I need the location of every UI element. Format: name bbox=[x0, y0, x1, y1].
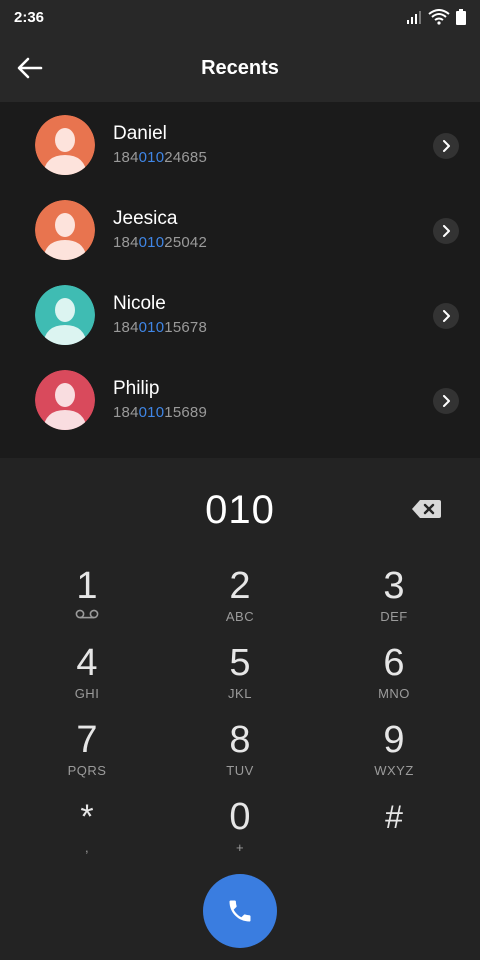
arrow-left-icon bbox=[17, 57, 43, 79]
key-9[interactable]: 9 WXYZ bbox=[349, 719, 439, 791]
key-1[interactable]: 1 bbox=[42, 565, 132, 637]
contact-number: 18401015689 bbox=[113, 404, 207, 421]
back-button[interactable] bbox=[14, 52, 46, 84]
voicemail-icon bbox=[75, 609, 99, 619]
contact-details-button[interactable] bbox=[433, 388, 459, 414]
person-icon bbox=[35, 115, 95, 175]
key-0[interactable]: 0 + bbox=[195, 796, 285, 868]
call-button[interactable] bbox=[203, 874, 277, 948]
key-4[interactable]: 4 GHI bbox=[42, 642, 132, 714]
avatar bbox=[35, 285, 95, 345]
contact-row[interactable]: Nicole 18401015678 bbox=[0, 272, 480, 357]
signal-icon bbox=[407, 11, 421, 24]
contact-row[interactable]: Jeesica 18401025042 bbox=[0, 187, 480, 272]
person-icon bbox=[35, 370, 95, 430]
key-star[interactable]: * , bbox=[42, 796, 132, 868]
key-6[interactable]: 6 MNO bbox=[349, 642, 439, 714]
person-icon bbox=[35, 200, 95, 260]
backspace-icon bbox=[412, 500, 441, 518]
key-7[interactable]: 7 PQRS bbox=[42, 719, 132, 791]
contact-number: 18401025042 bbox=[113, 234, 207, 251]
key-pound[interactable]: # bbox=[349, 796, 439, 868]
battery-icon bbox=[456, 9, 466, 25]
contact-number: 18401015678 bbox=[113, 319, 207, 336]
status-time: 2:36 bbox=[14, 8, 45, 26]
key-8[interactable]: 8 TUV bbox=[195, 719, 285, 791]
key-2[interactable]: 2 ABC bbox=[195, 565, 285, 637]
contact-number: 18401024685 bbox=[113, 149, 207, 166]
chevron-right-icon bbox=[443, 225, 450, 237]
status-bar: 2:36 bbox=[0, 0, 480, 34]
avatar bbox=[35, 370, 95, 430]
page-title: Recents bbox=[201, 56, 279, 79]
contact-name: Philip bbox=[113, 378, 160, 399]
status-icons bbox=[406, 9, 466, 25]
chevron-right-icon bbox=[443, 140, 450, 152]
chevron-right-icon bbox=[443, 310, 450, 322]
key-3[interactable]: 3 DEF bbox=[349, 565, 439, 637]
dialpad: 010 1 2 ABC 3 DEF 4 GHI 5 JKL 6 MNO 7 PQ… bbox=[0, 458, 480, 960]
phone-icon bbox=[229, 900, 251, 922]
contact-details-button[interactable] bbox=[433, 133, 459, 159]
wifi-icon bbox=[428, 9, 450, 25]
contact-name: Jeesica bbox=[113, 208, 178, 229]
contact-details-button[interactable] bbox=[433, 303, 459, 329]
contact-name: Daniel bbox=[113, 123, 167, 144]
avatar bbox=[35, 200, 95, 260]
backspace-button[interactable] bbox=[410, 498, 442, 520]
contact-details-button[interactable] bbox=[433, 218, 459, 244]
contact-row[interactable]: Daniel 18401024685 bbox=[0, 102, 480, 187]
dialed-number[interactable]: 010 bbox=[0, 488, 480, 533]
recents-list: Daniel 18401024685 Jeesica 18401025042 N… bbox=[0, 102, 480, 458]
avatar bbox=[35, 115, 95, 175]
chevron-right-icon bbox=[443, 395, 450, 407]
contact-name: Nicole bbox=[113, 293, 166, 314]
key-5[interactable]: 5 JKL bbox=[195, 642, 285, 714]
app-bar: Recents bbox=[0, 34, 480, 102]
contact-row[interactable]: Philip 18401015689 bbox=[0, 357, 480, 442]
person-icon bbox=[35, 285, 95, 345]
